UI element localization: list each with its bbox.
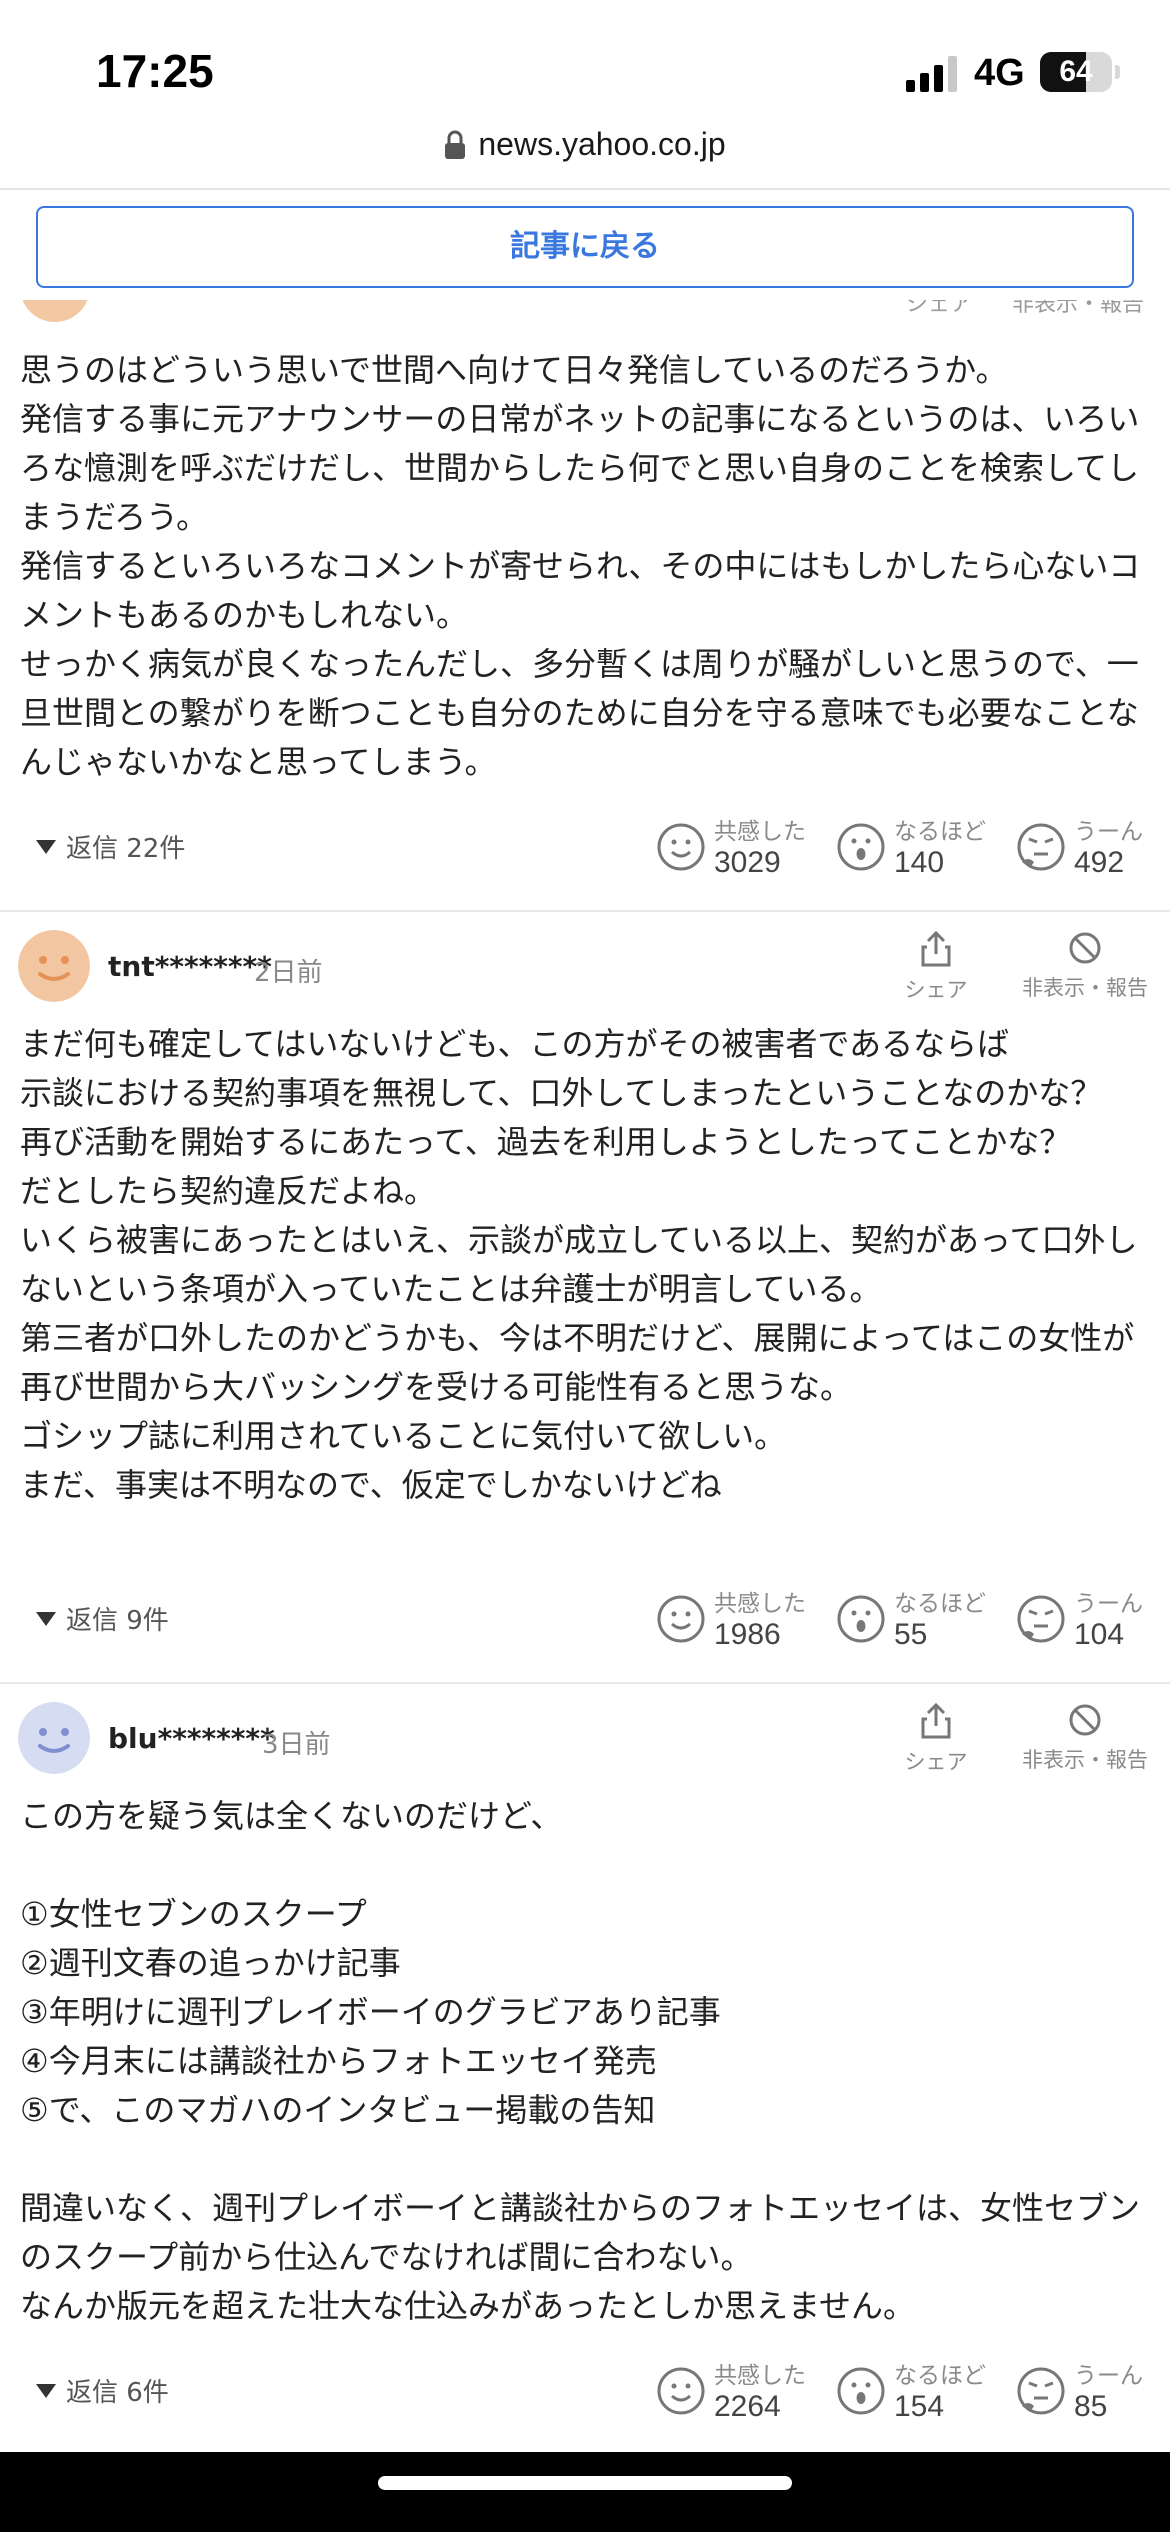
empathy-count: 3029 (714, 846, 781, 879)
caret-down-icon (36, 1611, 56, 1626)
indeed-label: なるほど (894, 1591, 986, 1617)
replies-toggle[interactable]: 返信 6件 (36, 2372, 169, 2409)
share-icon (921, 1702, 951, 1739)
empathy-count: 1986 (714, 1618, 781, 1651)
empathy-label: 共感した (714, 819, 806, 845)
indeed-count: 140 (894, 846, 945, 879)
thinking-face-icon (1017, 2367, 1065, 2415)
comment-footer: 返信 6件 共感した 2264 なるほど 154 うーん 85 (0, 2350, 1170, 2436)
indeed-label: なるほど (894, 819, 986, 845)
hmm-count: 85 (1074, 2390, 1108, 2423)
surprised-face-icon (837, 2367, 885, 2415)
posted-time: 3日前 (262, 1730, 331, 1760)
status-bar: 17:25 4G 64 (0, 0, 1170, 120)
share-button[interactable]: シェア (896, 1702, 976, 1776)
indeed-label: なるほど (894, 2363, 986, 2389)
prohibited-icon (1069, 932, 1101, 964)
cellular-signal-icon (906, 56, 957, 92)
comment-body: まだ何も確定してはいないけども、この方がその被害者であるならば 示談における契約… (20, 1025, 1138, 1504)
hmm-label: うーん (1074, 819, 1143, 845)
avatar[interactable] (18, 1702, 90, 1774)
smile-face-icon (657, 823, 705, 871)
avatar[interactable] (18, 930, 90, 1002)
user-name[interactable]: blu******** (108, 1722, 275, 1755)
share-label: シェア (904, 1750, 968, 1774)
indeed-count: 154 (894, 2390, 945, 2423)
share-label: シェア (904, 978, 968, 1002)
user-name[interactable]: tnt******** (108, 950, 272, 983)
smile-face-icon (657, 2367, 705, 2415)
avatar (20, 300, 90, 322)
replies-count: 返信 22件 (66, 834, 186, 864)
status-time: 17:25 (96, 45, 214, 97)
comment-header: tnt******** 2日前 シェア 非表示・報告 (0, 912, 1170, 1022)
hmm-label: うーん (1074, 2363, 1143, 2389)
network-type: 4G (974, 52, 1025, 94)
hmm-count: 104 (1074, 1618, 1125, 1651)
share-button[interactable]: シェア (896, 930, 976, 1004)
caret-down-icon (36, 839, 56, 854)
replies-toggle[interactable]: 返信 22件 (36, 828, 185, 865)
empathy-count: 2264 (714, 2390, 781, 2423)
comment-body: 思うのはどういう思いで世間へ向けて日々発信しているのだろうか。 発信する事に元ア… (20, 351, 1141, 781)
comment-header: blu******** 3日前 シェア 非表示・報告 (0, 1684, 1170, 1794)
comment-footer: 返信 9件 共感した 1986 なるほど 55 うーん 104 (0, 1578, 1170, 1664)
comment-footer: 返信 22件 共感した 3029 なるほど 140 うーん 492 (0, 806, 1170, 892)
hmm-count: 492 (1074, 846, 1125, 879)
hide-report-label: 非表示・報告 (1022, 1748, 1148, 1772)
battery-level: 64 (1059, 55, 1093, 88)
battery-icon: 64 (1040, 52, 1120, 92)
share-label[interactable]: シェア (906, 300, 972, 318)
smile-face-icon (657, 1595, 705, 1643)
divider (0, 188, 1170, 190)
surprised-face-icon (837, 823, 885, 871)
url-text: news.yahoo.co.jp (478, 126, 726, 162)
lock-icon (445, 130, 466, 159)
back-to-article-button[interactable]: 記事に戻る (36, 206, 1134, 288)
share-icon (921, 930, 951, 967)
surprised-face-icon (837, 1595, 885, 1643)
empathy-label: 共感した (714, 2363, 806, 2389)
hide-report-label[interactable]: 非表示・報告 (1012, 300, 1144, 318)
home-indicator-area (0, 2452, 1170, 2532)
hmm-label: うーん (1074, 1591, 1143, 1617)
prohibited-icon (1069, 1704, 1101, 1736)
hide-report-button[interactable]: 非表示・報告 (1010, 1702, 1160, 1774)
indeed-count: 55 (894, 1618, 928, 1651)
comment-body: この方を疑う気は全くないのだけど、 ①女性セブンのスクープ ②週刊文春の追っかけ… (20, 1797, 1141, 2325)
clipped-comment-header: シェア 非表示・報告 (0, 300, 1170, 330)
hide-report-label: 非表示・報告 (1022, 976, 1148, 1000)
url-bar[interactable]: news.yahoo.co.jp (0, 118, 1170, 190)
replies-toggle[interactable]: 返信 9件 (36, 1600, 169, 1637)
thinking-face-icon (1017, 1595, 1065, 1643)
empathy-label: 共感した (714, 1591, 806, 1617)
hide-report-button[interactable]: 非表示・報告 (1010, 930, 1160, 1002)
replies-count: 返信 9件 (66, 1606, 169, 1636)
thinking-face-icon (1017, 823, 1065, 871)
replies-count: 返信 6件 (66, 2378, 169, 2408)
caret-down-icon (36, 2383, 56, 2398)
home-indicator[interactable] (378, 2476, 792, 2490)
posted-time: 2日前 (254, 958, 323, 988)
